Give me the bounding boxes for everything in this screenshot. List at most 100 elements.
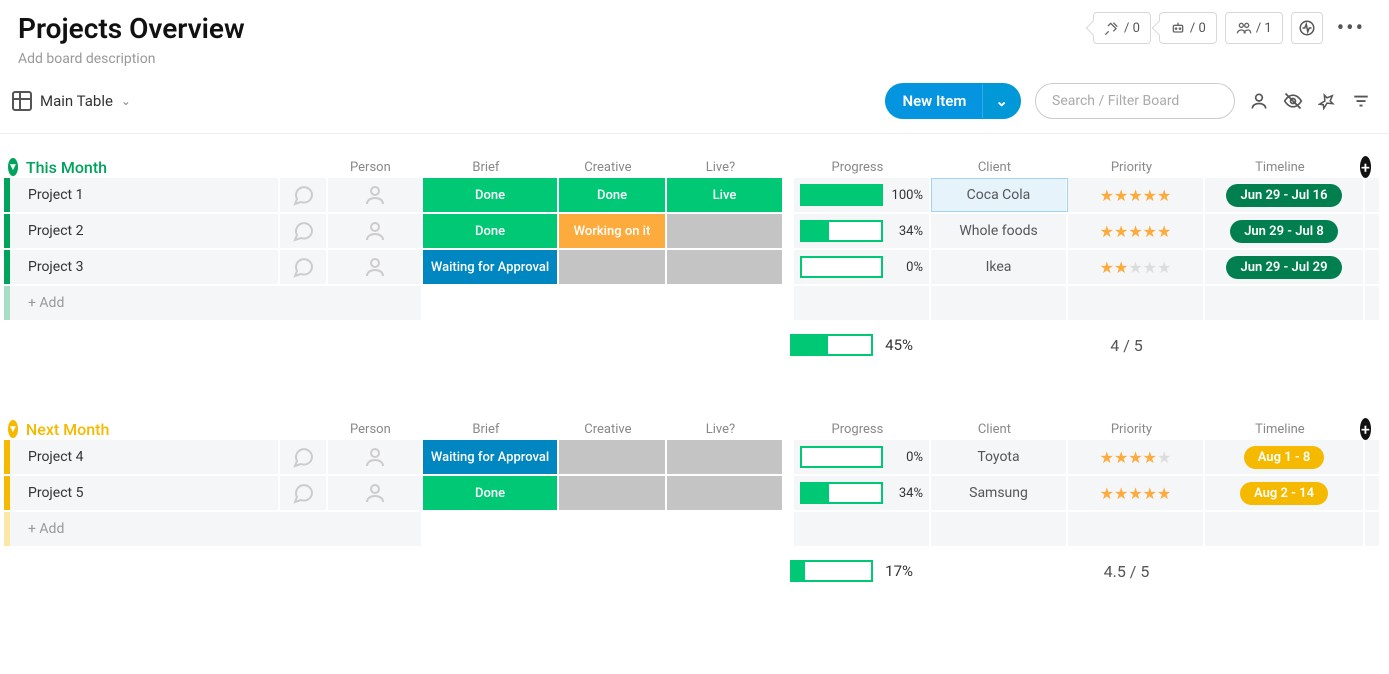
- col-client[interactable]: Client: [926, 160, 1063, 175]
- table-row[interactable]: Project 3 Waiting for Approval 0% Ikea ★…: [4, 250, 1379, 286]
- item-name[interactable]: Project 4: [10, 440, 280, 474]
- add-column-button[interactable]: +: [1360, 418, 1371, 440]
- brief-status[interactable]: Waiting for Approval: [423, 250, 559, 284]
- star-icon: ★: [1100, 448, 1114, 467]
- col-timeline[interactable]: Timeline: [1200, 160, 1360, 175]
- item-name[interactable]: Project 3: [10, 250, 280, 284]
- chat-button[interactable]: [280, 440, 328, 474]
- chat-button[interactable]: [280, 214, 328, 248]
- summary-progress: 17%: [784, 548, 921, 594]
- col-priority[interactable]: Priority: [1063, 160, 1200, 175]
- item-name[interactable]: Project 1: [10, 178, 280, 212]
- brief-status[interactable]: Done: [423, 178, 559, 212]
- timeline-cell[interactable]: Jun 29 - Jul 8: [1205, 214, 1365, 248]
- automations-pill[interactable]: / 0: [1159, 12, 1217, 44]
- col-progress[interactable]: Progress: [789, 422, 926, 437]
- brief-status[interactable]: Waiting for Approval: [423, 440, 559, 474]
- group-collapse-toggle[interactable]: ▼: [8, 158, 18, 176]
- group-collapse-toggle[interactable]: ▼: [8, 420, 18, 438]
- priority-cell[interactable]: ★★★★★: [1068, 214, 1205, 248]
- col-person[interactable]: Person: [323, 422, 418, 437]
- pin-icon[interactable]: [1317, 91, 1337, 111]
- priority-cell[interactable]: ★★★★★: [1068, 440, 1205, 474]
- members-pill[interactable]: / 1: [1225, 12, 1283, 44]
- person-filter-icon[interactable]: [1249, 91, 1269, 111]
- progress-cell[interactable]: 0%: [794, 440, 931, 474]
- timeline-cell[interactable]: Aug 2 - 14: [1205, 476, 1365, 510]
- star-icon: ★: [1128, 448, 1142, 467]
- new-item-dropdown[interactable]: ⌄: [983, 92, 1020, 110]
- progress-cell[interactable]: 0%: [794, 250, 931, 284]
- live-status[interactable]: [667, 250, 784, 284]
- table-row[interactable]: Project 4 Waiting for Approval 0% Toyota…: [4, 440, 1379, 476]
- live-status[interactable]: [667, 440, 784, 474]
- col-live[interactable]: Live?: [662, 160, 779, 175]
- priority-cell[interactable]: ★★★★★: [1068, 250, 1205, 284]
- more-menu[interactable]: •••: [1331, 16, 1371, 41]
- chat-button[interactable]: [280, 476, 328, 510]
- creative-status[interactable]: Working on it: [559, 214, 667, 248]
- filter-icon[interactable]: [1351, 91, 1371, 111]
- new-item-button[interactable]: New Item ⌄: [885, 83, 1021, 119]
- board-description[interactable]: Add board description: [18, 51, 245, 67]
- col-client[interactable]: Client: [926, 422, 1063, 437]
- person-cell[interactable]: [328, 250, 423, 284]
- table-row[interactable]: Project 2 Done Working on it 34% Whole f…: [4, 214, 1379, 250]
- client-cell[interactable]: Ikea: [931, 250, 1068, 284]
- view-selector[interactable]: Main Table ⌄: [12, 91, 131, 111]
- creative-status[interactable]: Done: [559, 178, 667, 212]
- col-brief[interactable]: Brief: [418, 160, 554, 175]
- creative-status[interactable]: [559, 250, 667, 284]
- client-cell[interactable]: Whole foods: [931, 214, 1068, 248]
- live-status[interactable]: [667, 476, 784, 510]
- person-cell[interactable]: [328, 178, 423, 212]
- chat-button[interactable]: [280, 250, 328, 284]
- col-creative[interactable]: Creative: [554, 160, 662, 175]
- item-name[interactable]: Project 2: [10, 214, 280, 248]
- col-brief[interactable]: Brief: [418, 422, 554, 437]
- creative-status[interactable]: [559, 476, 667, 510]
- person-cell[interactable]: [328, 440, 423, 474]
- client-cell[interactable]: Coca Cola: [931, 178, 1068, 212]
- eye-off-icon[interactable]: [1283, 91, 1303, 111]
- item-name[interactable]: Project 5: [10, 476, 280, 510]
- person-cell[interactable]: [328, 214, 423, 248]
- col-progress[interactable]: Progress: [789, 160, 926, 175]
- col-priority[interactable]: Priority: [1063, 422, 1200, 437]
- search-input[interactable]: [1035, 83, 1235, 119]
- progress-cell[interactable]: 34%: [794, 214, 931, 248]
- priority-cell[interactable]: ★★★★★: [1068, 476, 1205, 510]
- robot-icon: [1170, 20, 1186, 36]
- add-item-button[interactable]: + Add: [10, 286, 423, 320]
- table-row[interactable]: Project 5 Done 34% Samsung ★★★★★ Aug 2 -…: [4, 476, 1379, 512]
- group-title[interactable]: Next Month: [26, 420, 323, 439]
- col-creative[interactable]: Creative: [554, 422, 662, 437]
- priority-cell[interactable]: ★★★★★: [1068, 178, 1205, 212]
- chat-button[interactable]: [280, 178, 328, 212]
- live-status[interactable]: [667, 214, 784, 248]
- progress-cell[interactable]: 34%: [794, 476, 931, 510]
- people-icon: [1236, 20, 1252, 36]
- table-row[interactable]: Project 1 Done Done Live 100% Coca Cola …: [4, 178, 1379, 214]
- col-timeline[interactable]: Timeline: [1200, 422, 1360, 437]
- group-title[interactable]: This Month: [26, 158, 323, 177]
- timeline-cell[interactable]: Aug 1 - 8: [1205, 440, 1365, 474]
- creative-status[interactable]: [559, 440, 667, 474]
- brief-status[interactable]: Done: [423, 476, 559, 510]
- integrations-pill[interactable]: / 0: [1093, 12, 1151, 44]
- col-person[interactable]: Person: [323, 160, 418, 175]
- person-cell[interactable]: [328, 476, 423, 510]
- timeline-cell[interactable]: Jun 29 - Jul 29: [1205, 250, 1365, 284]
- progress-cell[interactable]: 100%: [794, 178, 931, 212]
- activity-pill[interactable]: [1291, 12, 1323, 44]
- star-icon: ★: [1114, 258, 1128, 277]
- client-cell[interactable]: Toyota: [931, 440, 1068, 474]
- client-cell[interactable]: Samsung: [931, 476, 1068, 510]
- live-status[interactable]: Live: [667, 178, 784, 212]
- brief-status[interactable]: Done: [423, 214, 559, 248]
- add-column-button[interactable]: +: [1360, 156, 1371, 178]
- col-live[interactable]: Live?: [662, 422, 779, 437]
- add-item-button[interactable]: + Add: [10, 512, 423, 546]
- star-icon: ★: [1100, 186, 1114, 205]
- timeline-cell[interactable]: Jun 29 - Jul 16: [1205, 178, 1365, 212]
